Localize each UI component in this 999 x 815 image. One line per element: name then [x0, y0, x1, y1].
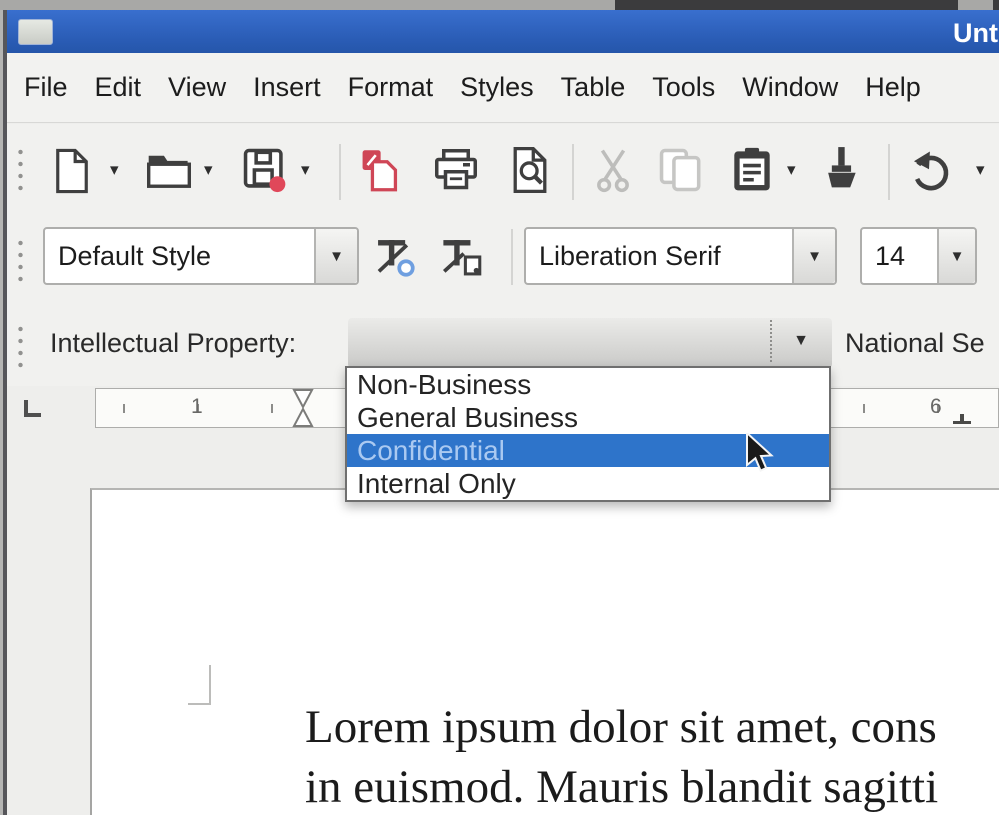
ruler-number: 6 — [930, 395, 942, 419]
toolbar-drag-handle[interactable] — [18, 323, 23, 369]
intellectual-property-dropdown-button[interactable]: ▼ — [770, 320, 830, 362]
undo-button[interactable] — [903, 146, 955, 196]
text-boundary-corner — [188, 665, 211, 705]
undo-dropdown-arrow[interactable]: ▾ — [976, 148, 985, 192]
new-style-icon — [440, 235, 484, 279]
intellectual-property-combobox[interactable]: ▼ — [348, 318, 832, 368]
toolbar-drag-handle[interactable] — [18, 237, 23, 287]
menu-insert[interactable]: Insert — [253, 72, 321, 103]
desktop-dark-tab — [615, 0, 958, 10]
document-text-line[interactable]: Lorem ipsum dolor sit amet, cons — [305, 700, 937, 754]
export-pdf-icon — [357, 147, 401, 193]
paragraph-style-value: Default Style — [45, 241, 211, 272]
open-button[interactable] — [145, 148, 193, 194]
intellectual-property-label: Intellectual Property: — [50, 328, 296, 359]
update-style-button[interactable] — [370, 232, 420, 282]
save-dropdown-arrow[interactable]: ▾ — [301, 148, 310, 192]
national-security-label: National Se — [845, 328, 985, 359]
new-document-icon — [53, 148, 91, 194]
menu-styles[interactable]: Styles — [460, 72, 534, 103]
paste-dropdown-arrow[interactable]: ▾ — [787, 148, 796, 192]
paragraph-style-dropdown-button[interactable]: ▼ — [314, 229, 357, 283]
libreoffice-writer-window: Unt File Edit View Insert Format Styles … — [0, 0, 999, 815]
print-icon — [433, 149, 479, 191]
toolbar-separator — [888, 144, 890, 200]
clone-formatting-button[interactable] — [815, 143, 867, 197]
ruler-number: 1 — [191, 395, 203, 419]
tab-stop-marker[interactable] — [953, 414, 971, 424]
formatting-toolbar: Default Style ▼ Liberati — [7, 215, 999, 307]
save-icon — [242, 147, 288, 193]
menu-window[interactable]: Window — [742, 72, 838, 103]
copy-button — [655, 145, 707, 195]
document-text-line[interactable]: in euismod. Mauris blandit sagitti — [305, 760, 938, 814]
print-preview-icon — [509, 147, 551, 193]
save-button[interactable] — [240, 145, 290, 195]
toolbar-separator — [339, 144, 341, 200]
document-page[interactable]: Lorem ipsum dolor sit amet, cons in euis… — [90, 488, 999, 815]
mouse-cursor-icon — [745, 433, 777, 477]
chevron-down-icon: ▼ — [793, 332, 809, 350]
clone-formatting-brush-icon — [819, 145, 863, 195]
paragraph-style-combobox[interactable]: Default Style ▼ — [43, 227, 359, 285]
tab-stop-type-selector[interactable] — [24, 400, 41, 417]
new-style-button[interactable] — [437, 232, 487, 282]
tab-stop-base — [953, 421, 971, 424]
menu-edit[interactable]: Edit — [95, 72, 142, 103]
font-size-dropdown-button[interactable]: ▼ — [937, 229, 975, 283]
paste-clipboard-icon — [729, 146, 775, 194]
menu-table[interactable]: Table — [561, 72, 626, 103]
chevron-down-icon: ▼ — [950, 248, 965, 265]
desktop-dark-corner — [993, 0, 999, 10]
menu-format[interactable]: Format — [348, 72, 434, 103]
open-dropdown-arrow[interactable]: ▾ — [204, 148, 213, 192]
menu-file[interactable]: File — [24, 72, 68, 103]
cut-button — [590, 145, 636, 195]
standard-toolbar: ▾ ▾ ▾ — [7, 124, 999, 215]
window-title: Unt — [953, 18, 998, 49]
update-style-icon — [373, 235, 417, 279]
toolbar-drag-handle[interactable] — [18, 146, 23, 196]
dropdown-item-non-business[interactable]: Non-Business — [347, 368, 829, 401]
menu-bar: File Edit View Insert Format Styles Tabl… — [7, 53, 999, 123]
chevron-down-icon: ▼ — [329, 248, 344, 265]
open-folder-icon — [147, 152, 191, 190]
print-preview-button[interactable] — [506, 145, 554, 195]
copy-icon — [658, 147, 704, 193]
font-name-combobox[interactable]: Liberation Serif ▼ — [524, 227, 837, 285]
intellectual-property-value — [348, 318, 361, 348]
new-document-button[interactable] — [50, 145, 94, 197]
window-left-border — [0, 10, 7, 815]
title-bar[interactable]: Unt — [0, 10, 999, 54]
chevron-down-icon: ▼ — [807, 248, 822, 265]
font-name-dropdown-button[interactable]: ▼ — [792, 229, 835, 283]
cut-scissors-icon — [593, 147, 633, 193]
undo-icon — [906, 149, 952, 193]
export-pdf-button[interactable] — [355, 145, 403, 195]
new-document-dropdown-arrow[interactable]: ▾ — [110, 148, 119, 192]
paste-button[interactable] — [726, 144, 778, 196]
menu-view[interactable]: View — [168, 72, 226, 103]
font-name-value: Liberation Serif — [526, 241, 721, 272]
menu-tools[interactable]: Tools — [652, 72, 715, 103]
font-size-combobox[interactable]: 14 ▼ — [860, 227, 977, 285]
print-button[interactable] — [431, 147, 481, 193]
font-size-value: 14 — [862, 241, 905, 272]
dropdown-item-general-business[interactable]: General Business — [347, 401, 829, 434]
toolbar-separator — [511, 229, 513, 285]
toolbar-separator — [572, 144, 574, 200]
window-menu-icon[interactable] — [18, 19, 53, 45]
tab-stop-stem — [960, 414, 964, 421]
menu-help[interactable]: Help — [865, 72, 921, 103]
indent-marker[interactable] — [291, 389, 315, 427]
desktop-strip — [0, 0, 999, 10]
